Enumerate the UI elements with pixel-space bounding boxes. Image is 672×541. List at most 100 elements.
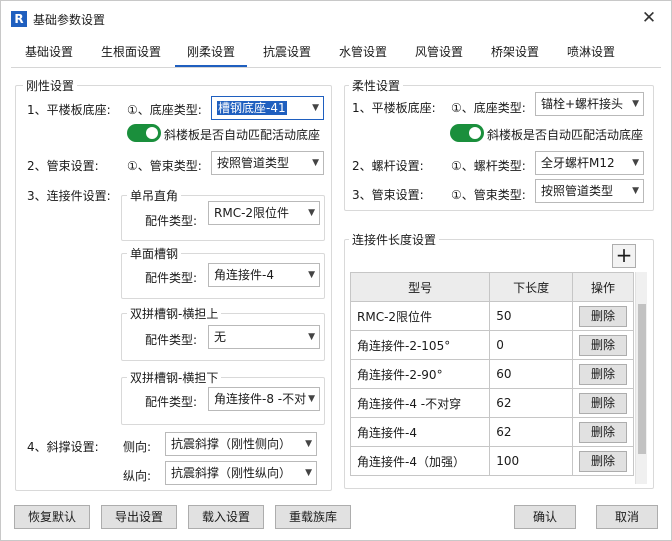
add-row-button[interactable]: + (612, 244, 636, 268)
flex-floor-type-label: ①、底座类型: (451, 101, 526, 115)
model-cell: RMC-2限位件 (349, 301, 491, 331)
model-cell: 角连接件-4（加强） (349, 446, 491, 476)
cancel-button[interactable]: 取消 (596, 505, 658, 529)
flex-bundle-type-select[interactable]: 按照管道类型 ▼ (535, 179, 644, 203)
flex-bundle-type-label: ①、管束类型: (451, 188, 526, 202)
rigid-bundle-type-value: 按照管道类型 (217, 156, 290, 170)
flex-rod-type-label: ①、螺杆类型: (451, 159, 526, 173)
tab-water-pipe[interactable]: 水管设置 (333, 41, 393, 67)
title-bar: R 基础参数设置 ✕ (1, 1, 671, 37)
flex-slope-toggle-label: 斜楼板是否自动匹配活动底座 (487, 128, 644, 142)
fitting-type-label: 配件类型: (145, 333, 198, 347)
delete-button[interactable]: 删除 (578, 421, 627, 443)
flex-settings-title: 柔性设置 (349, 77, 404, 94)
model-cell: 角连接件-2-90° (349, 359, 491, 389)
rigid-floor-type-label: ①、底座类型: (127, 103, 202, 117)
fitting-type-select-1[interactable]: RMC-2限位件 ▼ (208, 201, 320, 225)
tab-rigid-flex[interactable]: 刚柔设置 (175, 41, 247, 67)
load-settings-button[interactable]: 载入设置 (188, 505, 264, 529)
tab-seismic[interactable]: 抗震设置 (257, 41, 317, 67)
length-cell[interactable]: 100 (489, 446, 573, 476)
chevron-down-icon: ▼ (632, 158, 639, 168)
flex-bundle-type-value: 按照管道类型 (541, 184, 614, 198)
tab-cable-tray[interactable]: 桥架设置 (485, 41, 545, 67)
flex-floor-type-select[interactable]: 锚栓+螺杆接头 ▼ (535, 92, 644, 116)
fitting-type-label: 配件类型: (145, 271, 198, 285)
table-row: 角连接件-4 62 删除 (349, 417, 635, 447)
tab-divider (11, 67, 661, 68)
tab-basic[interactable]: 基础设置 (17, 41, 81, 67)
brace-long-select[interactable]: 抗震斜撑（刚性纵向） ▼ (165, 461, 317, 485)
model-cell: 角连接件-4 (349, 417, 491, 447)
connector-group-title: 双拼槽钢-横担上 (127, 305, 222, 322)
connector-group-title: 双拼槽钢-横担下 (127, 369, 222, 386)
length-settings-title: 连接件长度设置 (349, 231, 440, 248)
rigid-floor-type-value: 槽钢底座-41 (217, 101, 287, 115)
fitting-type-label: 配件类型: (145, 395, 198, 409)
chevron-down-icon: ▼ (632, 186, 639, 196)
flex-rod-type-select[interactable]: 全牙螺杆M12 ▼ (535, 151, 644, 175)
brace-side-value: 抗震斜撑（刚性侧向） (171, 437, 292, 451)
connector-group-title: 单面槽钢 (127, 245, 182, 262)
rigid-slope-toggle-label: 斜楼板是否自动匹配活动底座 (164, 128, 321, 142)
chevron-down-icon: ▼ (312, 103, 319, 113)
ok-button[interactable]: 确认 (514, 505, 576, 529)
chevron-down-icon: ▼ (308, 270, 315, 280)
length-cell[interactable]: 50 (489, 301, 573, 331)
chevron-down-icon: ▼ (312, 158, 319, 168)
length-cell[interactable]: 62 (489, 417, 573, 447)
brace-side-select[interactable]: 抗震斜撑（刚性侧向） ▼ (165, 432, 317, 456)
rigid-bundle-type-select[interactable]: 按照管道类型 ▼ (211, 151, 324, 175)
chevron-down-icon: ▼ (305, 439, 312, 449)
flex-slope-toggle[interactable] (450, 124, 484, 142)
delete-button[interactable]: 删除 (578, 363, 627, 385)
brace-long-value: 抗震斜撑（刚性纵向） (171, 466, 292, 480)
fitting-type-select-4[interactable]: 角连接件-8 -不对 ▼ (208, 387, 320, 411)
restore-default-button[interactable]: 恢复默认 (14, 505, 90, 529)
delete-button[interactable]: 删除 (578, 305, 627, 327)
brace-side-label: 侧向: (123, 440, 152, 454)
toggle-knob (469, 127, 481, 139)
delete-button[interactable]: 删除 (578, 450, 627, 472)
brace-long-label: 纵向: (123, 469, 152, 483)
length-cell[interactable]: 62 (489, 388, 573, 418)
window-title: 基础参数设置 (33, 13, 106, 27)
length-cell[interactable]: 0 (489, 330, 573, 360)
chevron-down-icon: ▼ (305, 468, 312, 478)
flex-bundle-label: 3、管束设置: (352, 188, 424, 202)
delete-button[interactable]: 删除 (578, 392, 627, 414)
fitting-type-value: RMC-2限位件 (214, 206, 290, 220)
length-cell[interactable]: 60 (489, 359, 573, 389)
rigid-floor-label: 1、平楼板底座: (27, 103, 111, 117)
close-icon[interactable]: ✕ (639, 8, 659, 28)
rigid-brace-label: 4、斜撑设置: (27, 440, 99, 454)
table-row: 角连接件-4 -不对穿 62 删除 (349, 388, 635, 418)
rigid-floor-type-select[interactable]: 槽钢底座-41 ▼ (211, 96, 324, 120)
rigid-bundle-label: 2、管束设置: (27, 159, 99, 173)
model-cell: 角连接件-2-105° (349, 330, 491, 360)
table-row: 角连接件-2-105° 0 删除 (349, 330, 635, 360)
export-settings-button[interactable]: 导出设置 (101, 505, 177, 529)
fitting-type-value: 角连接件-8 -不对 (214, 392, 307, 406)
fitting-type-value: 角连接件-4 (214, 268, 274, 282)
tab-sprinkler[interactable]: 喷淋设置 (561, 41, 621, 67)
flex-floor-label: 1、平楼板底座: (352, 101, 436, 115)
flex-floor-type-value: 锚栓+螺杆接头 (541, 97, 624, 111)
toggle-knob (146, 127, 158, 139)
fitting-type-select-2[interactable]: 角连接件-4 ▼ (208, 263, 320, 287)
tab-root-surface[interactable]: 生根面设置 (91, 41, 171, 67)
scroll-thumb[interactable] (638, 304, 646, 454)
delete-button[interactable]: 删除 (578, 334, 627, 356)
rigid-slope-toggle[interactable] (127, 124, 161, 142)
tab-duct[interactable]: 风管设置 (409, 41, 469, 67)
fitting-type-label: 配件类型: (145, 214, 198, 228)
chevron-down-icon: ▼ (308, 332, 315, 342)
flex-rod-label: 2、螺杆设置: (352, 159, 424, 173)
table-row: 角连接件-2-90° 60 删除 (349, 359, 635, 389)
table-scrollbar[interactable] (635, 272, 647, 484)
reload-family-button[interactable]: 重载族库 (275, 505, 351, 529)
table-header-row: 型号 下长度 操作 (349, 272, 635, 302)
table-row: RMC-2限位件 50 删除 (349, 301, 635, 331)
fitting-type-select-3[interactable]: 无 ▼ (208, 325, 320, 349)
flex-rod-type-value: 全牙螺杆M12 (541, 156, 615, 170)
